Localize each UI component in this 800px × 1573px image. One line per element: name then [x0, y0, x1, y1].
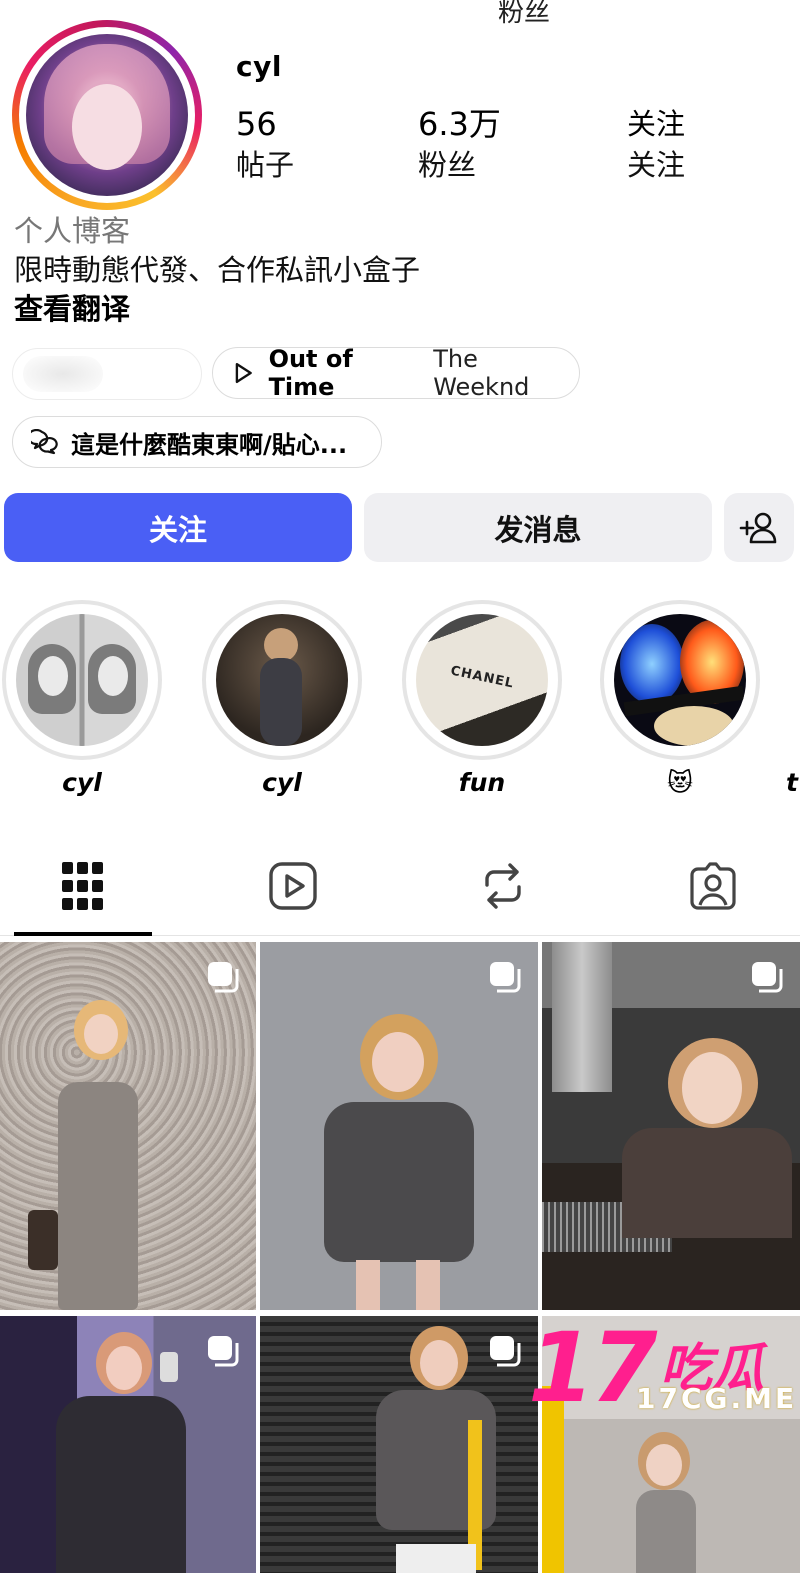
- watermark-number: 17: [528, 1312, 658, 1424]
- carousel-icon: [490, 1336, 521, 1367]
- highlight-caption-partial[interactable]: t: [786, 768, 798, 797]
- message-button[interactable]: 发消息: [364, 493, 712, 562]
- highlight-cover: [614, 614, 746, 746]
- suggested-users-button[interactable]: [724, 493, 794, 562]
- post-thumbnail[interactable]: [0, 1316, 256, 1573]
- follow-button[interactable]: 关注: [4, 493, 352, 562]
- followers-label: 粉丝: [418, 148, 477, 182]
- stat-posts[interactable]: 56 帖子: [236, 104, 294, 186]
- following-label: 关注: [627, 148, 686, 182]
- avatar: [26, 34, 188, 196]
- grid-icon: [62, 862, 103, 910]
- blurred-link-pill[interactable]: [12, 348, 202, 400]
- highlight-item[interactable]: cyl: [2, 600, 162, 797]
- highlight-item[interactable]: cyl: [202, 600, 362, 797]
- stat-followers[interactable]: 6.3万 粉丝: [418, 104, 501, 186]
- post-thumbnail[interactable]: [0, 942, 256, 1310]
- profile-avatar-story-ring[interactable]: [12, 20, 202, 210]
- posts-label: 帖子: [236, 148, 295, 182]
- following-count: 关注: [627, 107, 686, 141]
- see-translation-link[interactable]: 查看翻译: [14, 286, 130, 328]
- highlight-item[interactable]: 😻: [600, 600, 760, 797]
- carousel-icon: [752, 962, 783, 993]
- tab-posts-grid[interactable]: [53, 856, 113, 916]
- tab-reposts[interactable]: [473, 856, 533, 916]
- tab-reels[interactable]: [263, 856, 323, 916]
- post-thumbnail[interactable]: [260, 1316, 538, 1573]
- highlight-caption: fun: [458, 768, 506, 797]
- watermark-url: 17CG.ME: [636, 1382, 798, 1415]
- carousel-icon: [208, 962, 239, 993]
- music-artist: The Weeknd: [433, 345, 530, 401]
- followers-label-cut: 粉丝: [498, 0, 551, 28]
- followers-count: 6.3万: [418, 105, 501, 143]
- tab-tagged[interactable]: [683, 856, 743, 916]
- tagged-icon: [690, 862, 736, 910]
- reels-icon: [269, 862, 317, 910]
- post-thumbnail[interactable]: [542, 942, 800, 1310]
- carousel-icon: [208, 1336, 239, 1367]
- highlight-cover: [216, 614, 348, 746]
- threads-pill[interactable]: 這是什麼酷東東啊/貼心...: [12, 416, 382, 468]
- username: cyl: [236, 50, 282, 83]
- site-watermark: 17 吃瓜 17CG.ME: [528, 1320, 800, 1430]
- music-title: Out of Time: [268, 345, 353, 401]
- chat-bubbles-icon: [31, 429, 58, 455]
- add-user-icon: [739, 512, 777, 543]
- profile-category: 个人博客: [14, 214, 131, 248]
- reposts-icon: [485, 863, 521, 909]
- posts-count: 56: [236, 105, 277, 143]
- highlight-cover: CHANEL: [416, 614, 548, 746]
- highlight-brand-text: CHANEL: [449, 663, 516, 692]
- active-tab-indicator: [14, 932, 152, 936]
- music-pill[interactable]: Out of Time The Weeknd: [212, 345, 580, 401]
- highlight-item[interactable]: CHANEL fun: [402, 600, 562, 797]
- highlight-caption: cyl: [62, 768, 102, 797]
- highlight-caption: cyl: [262, 768, 302, 797]
- profile-bio: 限時動態代發、合作私訊小盒子: [14, 253, 421, 287]
- threads-text: 這是什麼酷東東啊/貼心...: [71, 430, 348, 459]
- highlight-cover: [16, 614, 148, 746]
- stat-following[interactable]: 关注 关注: [627, 104, 685, 186]
- profile-tabs: [0, 840, 800, 936]
- highlight-caption: 😻: [666, 768, 694, 797]
- carousel-icon: [490, 962, 521, 993]
- play-icon: [235, 362, 252, 384]
- post-thumbnail[interactable]: [260, 942, 538, 1310]
